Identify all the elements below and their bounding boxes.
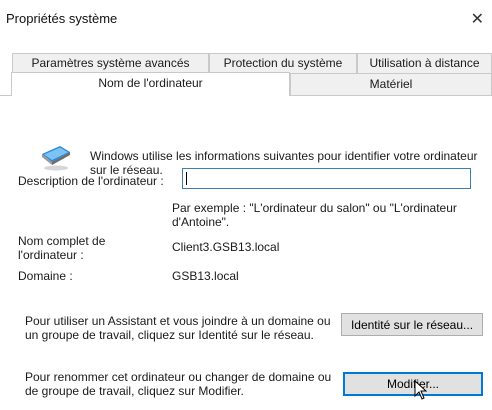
tab-computer-name[interactable]: Nom de l'ordinateur bbox=[11, 72, 290, 96]
full-name-value: Client3.GSB13.local bbox=[172, 240, 280, 254]
description-input[interactable] bbox=[182, 168, 471, 189]
domain-label: Domaine : bbox=[18, 269, 73, 283]
domain-value: GSB13.local bbox=[172, 269, 239, 283]
tab-system-protection[interactable]: Protection du système bbox=[209, 53, 357, 73]
tab-row-bottom: Nom de l'ordinateur Matériel bbox=[0, 72, 492, 96]
network-id-button[interactable]: Identité sur le réseau... bbox=[341, 313, 483, 336]
tab-advanced-settings[interactable]: Paramètres système avancés bbox=[12, 53, 209, 73]
mouse-pointer-icon bbox=[414, 379, 428, 403]
tab-row-top: Paramètres système avancés Protection du… bbox=[0, 53, 492, 73]
tab-remote-use[interactable]: Utilisation à distance bbox=[357, 53, 492, 73]
computer-icon bbox=[38, 140, 74, 175]
text-caret bbox=[186, 172, 187, 185]
tab-hardware[interactable]: Matériel bbox=[290, 73, 492, 95]
description-hint: Par exemple : "L'ordinateur du salon" ou… bbox=[172, 201, 457, 229]
modify-button[interactable]: Modifier... bbox=[343, 372, 483, 396]
description-label: Description de l'ordinateur : bbox=[18, 174, 164, 188]
network-id-text: Pour utiliser un Assistant et vous joind… bbox=[25, 314, 331, 342]
rename-text: Pour renommer cet ordinateur ou changer … bbox=[25, 370, 332, 398]
title-bar: Propriétés système ✕ bbox=[0, 0, 492, 38]
close-icon[interactable]: ✕ bbox=[471, 9, 484, 29]
full-name-label: Nom complet de l'ordinateur : bbox=[18, 234, 106, 262]
window-title: Propriétés système bbox=[6, 11, 118, 26]
